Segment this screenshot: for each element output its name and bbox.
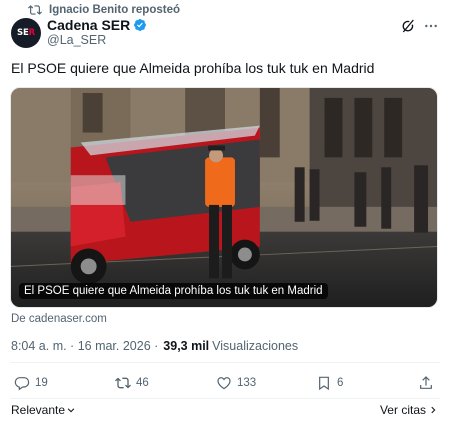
verified-icon xyxy=(134,19,147,31)
divider xyxy=(10,398,440,399)
reply-count: 19 xyxy=(35,377,48,389)
bookmark-icon xyxy=(319,376,329,391)
quotes-label: Ver citas xyxy=(379,403,426,417)
tweet-meta: 8:04 a. m. · 16 mar. 2026 · 39,3 mil Vis… xyxy=(11,339,298,353)
repost-text: Ignacio Benito reposteó xyxy=(49,4,180,16)
tweet-timestamp[interactable]: 8:04 a. m. · 16 mar. 2026 · xyxy=(11,339,158,353)
repost-icon xyxy=(28,5,42,15)
sort-label: Relevante xyxy=(11,403,66,417)
like-count: 133 xyxy=(237,377,257,389)
repost-count: 46 xyxy=(136,377,149,389)
tuk-tuk-photo xyxy=(11,88,437,307)
reply-button[interactable]: 19 xyxy=(14,375,48,391)
bookmark-button[interactable]: 6 xyxy=(316,375,343,391)
sort-replies-dropdown[interactable]: Relevante xyxy=(11,403,76,417)
chevron-down-icon xyxy=(67,408,75,413)
like-icon xyxy=(217,377,231,390)
media-caption: El PSOE quiere que Almeida prohíba los t… xyxy=(19,283,328,299)
share-button[interactable] xyxy=(418,375,439,391)
repost-button[interactable]: 46 xyxy=(115,375,149,391)
views-label: Visualizaciones xyxy=(212,339,299,353)
author-name[interactable]: Cadena SER xyxy=(47,17,130,33)
tweet-text: El PSOE quiere que Almeida prohíba los t… xyxy=(11,60,375,76)
chevron-right-icon xyxy=(431,406,436,414)
tweet-media-card[interactable]: El PSOE quiere que Almeida prohíba los t… xyxy=(10,87,438,308)
avatar-logo: SER xyxy=(17,28,35,38)
link-source[interactable]: De cadenaser.com xyxy=(11,313,107,325)
repost-indicator[interactable]: Ignacio Benito reposteó xyxy=(28,2,180,18)
divider xyxy=(10,362,440,363)
views-count: 39,3 mil xyxy=(163,339,210,353)
grok-icon[interactable] xyxy=(400,18,416,34)
action-bar: 19 46 133 6 xyxy=(11,375,438,393)
bookmark-count: 6 xyxy=(337,377,344,389)
share-icon xyxy=(420,376,432,389)
avatar[interactable]: SER xyxy=(11,18,41,48)
like-button[interactable]: 133 xyxy=(216,375,256,391)
more-icon[interactable] xyxy=(422,18,440,34)
reply-icon xyxy=(14,377,30,391)
repost-icon xyxy=(115,377,131,389)
view-quotes-link[interactable]: Ver citas xyxy=(380,403,438,417)
author-handle[interactable]: @La_SER xyxy=(47,33,106,47)
